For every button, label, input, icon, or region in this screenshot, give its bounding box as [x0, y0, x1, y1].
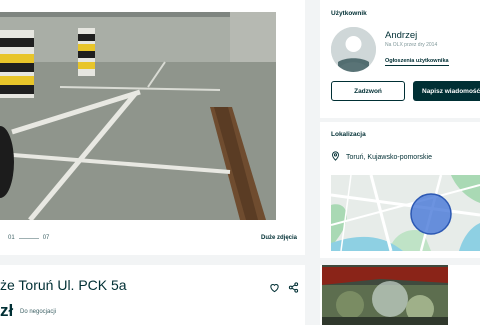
share-icon[interactable]: [288, 280, 299, 298]
ad-actions: [269, 280, 299, 298]
location-card: Lokalizacja Toruń, Kujawsko-pomorskie: [320, 122, 480, 258]
listing-photo[interactable]: [0, 12, 276, 220]
user-ads-link[interactable]: Ogłoszenia użytkownika: [385, 58, 449, 66]
ad-title: że Toruń Ul. PCK 5a: [0, 277, 127, 293]
promo-image[interactable]: [320, 265, 480, 325]
user-name: Andrzej: [385, 30, 418, 41]
location-row: Toruń, Kujawsko-pomorskie: [331, 151, 432, 163]
big-photos-button[interactable]: Duże zdjęcia: [261, 235, 297, 241]
gallery-footer: 01 07 Duże zdjęcia: [8, 232, 297, 244]
gallery-card: 01 07 Duże zdjęcia: [0, 0, 305, 255]
location-map[interactable]: [331, 175, 480, 251]
ad-title-card: że Toruń Ul. PCK 5a zł Do negocjacji: [0, 265, 305, 325]
location-place: Toruń, Kujawsko-pomorskie: [346, 153, 432, 161]
photo-counter: 01 07: [8, 235, 49, 241]
message-button[interactable]: Napisz wiadomość: [413, 81, 480, 101]
location-pin-icon: [331, 151, 340, 163]
negotiation-label: Do negocjacji: [20, 309, 57, 315]
call-button[interactable]: Zadzwoń: [331, 81, 405, 101]
photo-counter-total: 07: [42, 235, 50, 241]
user-since: Na OLX przez dry 2014: [385, 42, 438, 48]
location-section-label: Lokalizacja: [331, 131, 366, 138]
heart-icon[interactable]: [269, 280, 280, 298]
ad-price: zł: [0, 301, 14, 320]
photo-counter-current: 01: [8, 235, 15, 241]
avatar: [331, 27, 376, 72]
user-section-label: Użytkownik: [331, 10, 367, 17]
user-card: Użytkownik Andrzej Na OLX przez dry 2014…: [320, 0, 480, 118]
counter-divider: [18, 237, 39, 239]
